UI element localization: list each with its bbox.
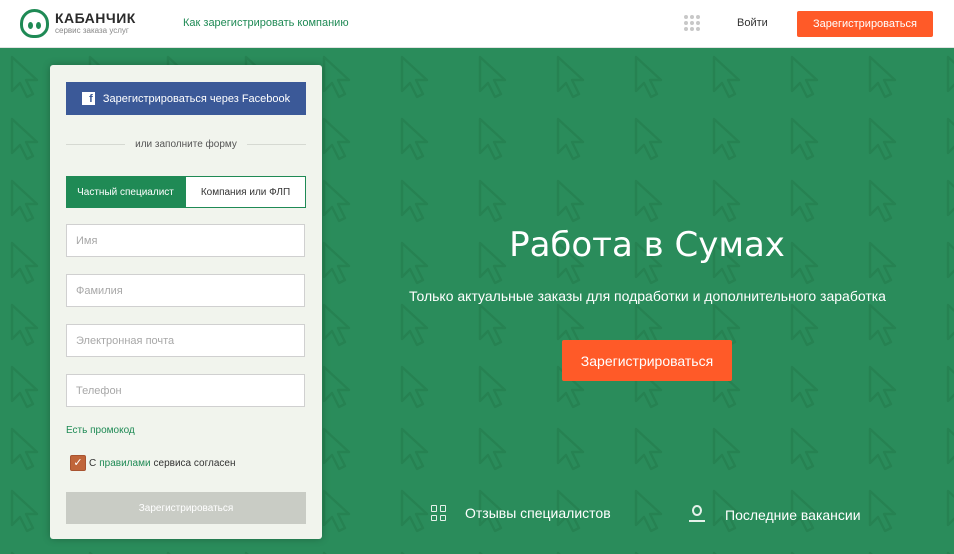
agree-prefix: С xyxy=(89,457,97,469)
person-icon xyxy=(688,505,706,525)
agree-suffix: сервиса согласен xyxy=(153,457,236,469)
facebook-icon: f xyxy=(81,92,95,105)
rules-link[interactable]: правилами xyxy=(99,458,150,469)
surname-field[interactable] xyxy=(66,274,305,307)
vacancies-link[interactable]: Последние вакансии xyxy=(688,505,861,525)
logo[interactable]: КАБАНЧИК сервис заказа услуг xyxy=(20,9,136,38)
submit-register-button[interactable]: Зарегистрироваться xyxy=(66,492,306,524)
promo-code-link[interactable]: Есть промокод xyxy=(66,425,135,436)
top-header: КАБАНЧИК сервис заказа услуг Как зарегис… xyxy=(0,0,954,48)
form-divider: или заполните форму xyxy=(66,139,306,150)
divider-text: или заполните форму xyxy=(135,139,237,150)
tab-private-specialist[interactable]: Частный специалист xyxy=(66,176,185,208)
hero-register-button[interactable]: Зарегистрироваться xyxy=(562,340,732,381)
terms-checkbox[interactable]: ✓ xyxy=(70,455,86,471)
header-register-button[interactable]: Зарегистрироваться xyxy=(797,11,933,37)
tab-company[interactable]: Компания или ФЛП xyxy=(185,176,306,208)
vacancies-label: Последние вакансии xyxy=(725,507,861,523)
hero-title: Работа в Сумах xyxy=(509,225,785,265)
name-field[interactable] xyxy=(66,224,305,257)
terms-agreement: ✓ С правилами сервиса согласен xyxy=(70,455,235,471)
apps-grid-icon[interactable] xyxy=(684,15,700,31)
facebook-register-button[interactable]: f Зарегистрироваться через Facebook xyxy=(66,82,306,115)
reviews-label: Отзывы специалистов xyxy=(465,505,611,521)
reviews-link[interactable]: Отзывы специалистов xyxy=(431,505,611,521)
logo-icon xyxy=(20,9,49,38)
registration-form: f Зарегистрироваться через Facebook или … xyxy=(50,65,322,539)
logo-title: КАБАНЧИК xyxy=(55,10,136,26)
company-register-link[interactable]: Как зарегистрировать компанию xyxy=(183,17,349,29)
grid-icon xyxy=(431,505,447,521)
account-type-tabs: Частный специалист Компания или ФЛП xyxy=(66,176,306,208)
logo-subtitle: сервис заказа услуг xyxy=(55,26,129,35)
login-link[interactable]: Войти xyxy=(737,17,768,29)
email-field[interactable] xyxy=(66,324,305,357)
facebook-button-label: Зарегистрироваться через Facebook xyxy=(102,92,291,105)
hero-subtitle: Только актуальные заказы для подработки … xyxy=(409,288,886,304)
phone-field[interactable] xyxy=(66,374,305,407)
